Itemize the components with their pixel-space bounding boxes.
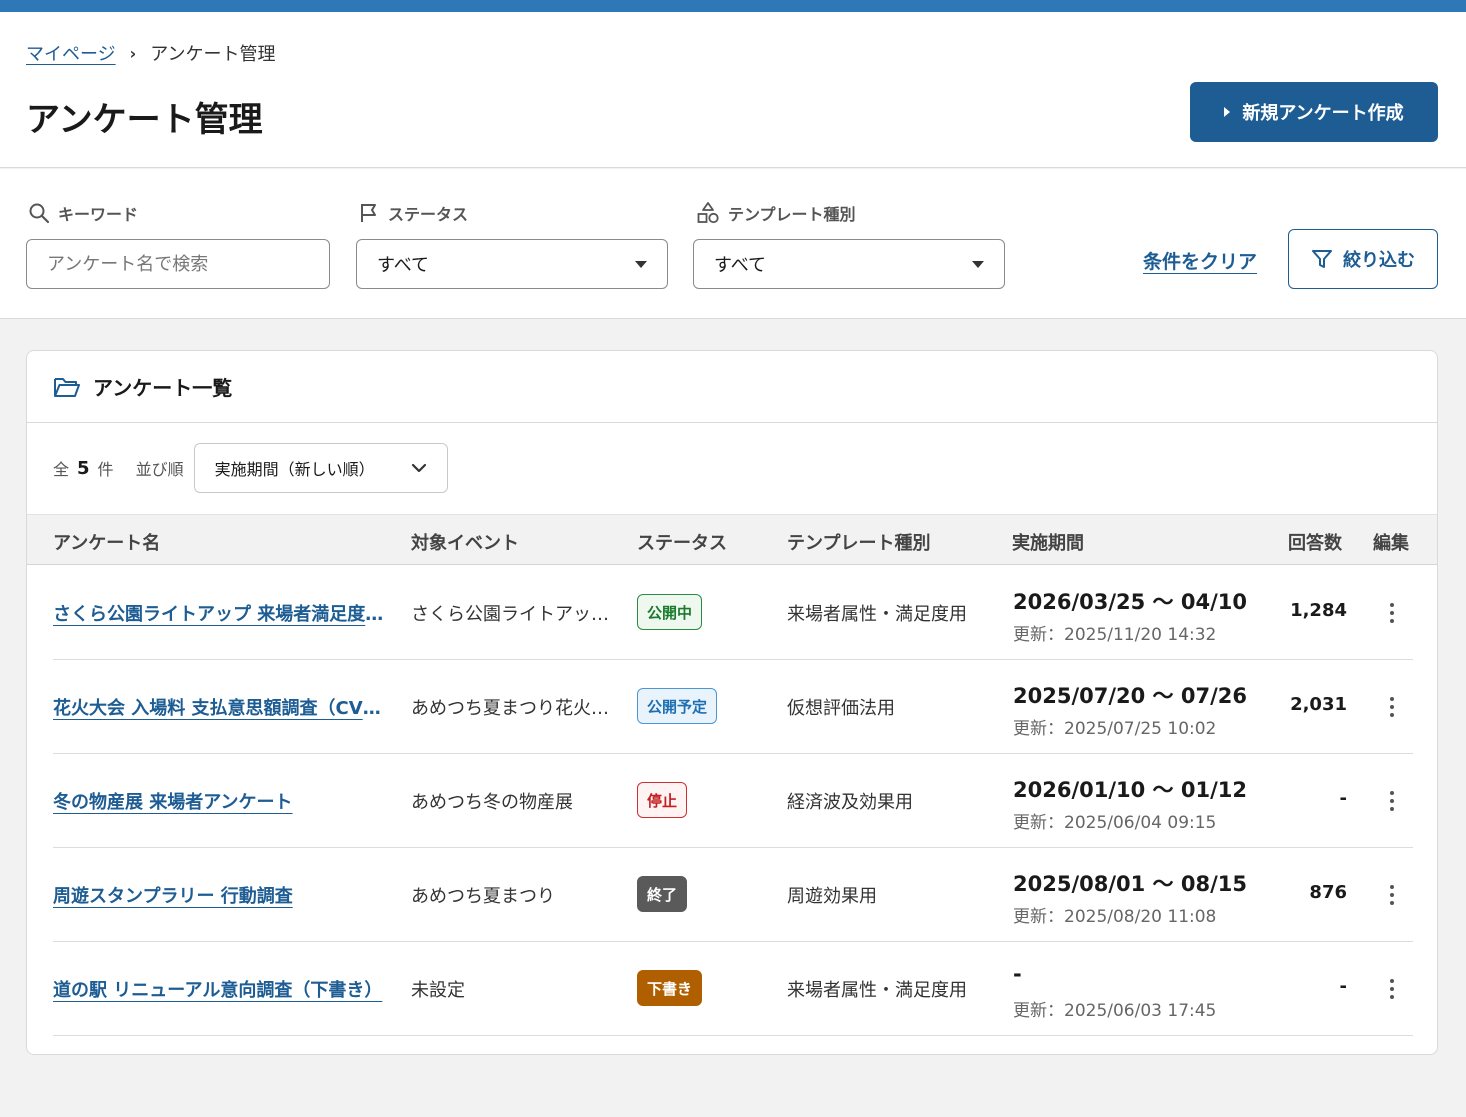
survey-name-link[interactable]: 道の駅 リニューアル意向調査（下書き） bbox=[53, 976, 391, 1002]
breadcrumb: マイページ › アンケート管理 bbox=[26, 40, 276, 66]
status-badge: 終了 bbox=[637, 876, 688, 912]
more-vertical-icon[interactable] bbox=[1381, 878, 1403, 912]
column-header: 対象イベント bbox=[411, 533, 519, 554]
caret-down-icon bbox=[635, 260, 647, 268]
play-icon bbox=[1224, 107, 1231, 117]
column-header: アンケート名 bbox=[53, 533, 161, 554]
folder-open-icon bbox=[54, 377, 80, 397]
search-icon bbox=[29, 203, 50, 224]
response-count: - bbox=[1339, 976, 1347, 997]
result-count: 5 bbox=[77, 457, 90, 479]
count-suffix: 件 bbox=[97, 460, 114, 479]
new-survey-button-label: 新規アンケート作成 bbox=[1242, 103, 1404, 124]
event-name: あめつち夏まつり花火大会 bbox=[411, 698, 611, 719]
apply-filter-button-label: 絞り込む bbox=[1343, 250, 1415, 271]
sort-select[interactable]: 実施期間（新しい順） bbox=[193, 443, 448, 493]
template-type: 仮想評価法用 bbox=[787, 698, 895, 719]
status-badge: 停止 bbox=[637, 782, 688, 818]
template-type: 来場者属性・満足度用 bbox=[787, 604, 967, 625]
survey-name-link[interactable]: さくら公園ライトアップ 来場者満足度調査 bbox=[53, 600, 391, 626]
response-count: 1,284 bbox=[1290, 600, 1347, 621]
clear-filters-link[interactable]: 条件をクリア bbox=[1143, 247, 1257, 274]
list-toolbar: 全 5 件 並び順 実施期間（新しい順） bbox=[53, 443, 448, 493]
survey-list-card: アンケート一覧 全 5 件 並び順 実施期間（新しい順） アンケート名 対象イベ… bbox=[26, 350, 1438, 1055]
event-name: あめつち冬の物産展 bbox=[411, 792, 573, 813]
column-header: 実施期間 bbox=[1012, 533, 1084, 554]
filter-icon bbox=[1312, 250, 1332, 268]
more-vertical-icon[interactable] bbox=[1381, 596, 1403, 630]
status-badge: 公開中 bbox=[637, 594, 703, 630]
event-name: あめつち夏まつり bbox=[411, 886, 555, 907]
page-header: マイページ › アンケート管理 アンケート管理 新規アンケート作成 bbox=[0, 12, 1466, 168]
survey-list-title: アンケート一覧 bbox=[93, 376, 233, 400]
survey-list-header: アンケート一覧 bbox=[27, 351, 1437, 423]
apply-filter-button[interactable]: 絞り込む bbox=[1288, 229, 1438, 289]
template-type: 周遊効果用 bbox=[787, 886, 877, 907]
status-badge: 公開予定 bbox=[637, 688, 718, 724]
column-header: 編集 bbox=[1373, 533, 1409, 554]
status-badge: 下書き bbox=[637, 970, 703, 1006]
response-count: 876 bbox=[1309, 882, 1347, 903]
chevron-down-icon bbox=[411, 463, 426, 473]
survey-period: 2025/08/01 〜 08/15 bbox=[1013, 872, 1247, 896]
more-vertical-icon[interactable] bbox=[1381, 972, 1403, 1006]
event-name: 未設定 bbox=[411, 980, 465, 1001]
response-count: - bbox=[1339, 788, 1347, 809]
more-vertical-icon[interactable] bbox=[1381, 690, 1403, 724]
flag-icon bbox=[361, 204, 376, 222]
caret-down-icon bbox=[972, 260, 984, 268]
breadcrumb-home-link[interactable]: マイページ bbox=[26, 40, 116, 66]
sort-label: 並び順 bbox=[135, 460, 184, 479]
response-count: 2,031 bbox=[1290, 694, 1347, 715]
table-row: 冬の物産展 来場者アンケート あめつち冬の物産展 停止 経済波及効果用 2026… bbox=[53, 754, 1413, 848]
updated-at: 更新：2025/06/03 17:45 bbox=[1013, 1001, 1217, 1021]
chevron-right-icon: › bbox=[129, 43, 137, 63]
updated-at: 更新：2025/07/25 10:02 bbox=[1013, 719, 1217, 739]
page-title: アンケート管理 bbox=[26, 100, 263, 140]
more-vertical-icon[interactable] bbox=[1381, 784, 1403, 818]
survey-period: 2026/01/10 〜 01/12 bbox=[1013, 778, 1247, 802]
updated-at: 更新：2025/11/20 14:32 bbox=[1013, 625, 1217, 645]
top-accent-bar bbox=[0, 0, 1466, 12]
template-type: 来場者属性・満足度用 bbox=[787, 980, 967, 1001]
survey-period: - bbox=[1013, 962, 1022, 986]
table-row: 花火大会 入場料 支払意思額調査（CVM） あめつち夏まつり花火大会 公開予定 … bbox=[53, 660, 1413, 754]
updated-at: 更新：2025/06/04 09:15 bbox=[1013, 813, 1217, 833]
survey-name-link[interactable]: 花火大会 入場料 支払意思額調査（CVM） bbox=[53, 694, 391, 720]
updated-at: 更新：2025/08/20 11:08 bbox=[1013, 907, 1217, 927]
status-label: ステータス bbox=[358, 201, 468, 225]
shapes-icon bbox=[697, 202, 719, 224]
template-type: 経済波及効果用 bbox=[787, 792, 913, 813]
status-select[interactable]: すべて bbox=[356, 239, 668, 289]
table-row: さくら公園ライトアップ 来場者満足度調査 さくら公園ライトアップ2026 公開中… bbox=[53, 566, 1413, 660]
filter-panel: キーワード ステータス すべて テンプレート種別 すべて 条件をクリア 絞り込む bbox=[0, 169, 1466, 319]
breadcrumb-current: アンケート管理 bbox=[150, 44, 276, 65]
template-select[interactable]: すべて bbox=[693, 239, 1005, 289]
status-label-text: ステータス bbox=[388, 205, 469, 224]
template-select-value: すべて bbox=[714, 255, 767, 276]
status-select-value: すべて bbox=[377, 255, 430, 276]
keyword-label: キーワード bbox=[28, 201, 138, 225]
column-header: テンプレート種別 bbox=[787, 533, 931, 554]
survey-period: 2026/03/25 〜 04/10 bbox=[1013, 590, 1247, 614]
new-survey-button[interactable]: 新規アンケート作成 bbox=[1190, 82, 1438, 142]
survey-period: 2025/07/20 〜 07/26 bbox=[1013, 684, 1247, 708]
table-row: 周遊スタンプラリー 行動調査 あめつち夏まつり 終了 周遊効果用 2025/08… bbox=[53, 848, 1413, 942]
keyword-label-text: キーワード bbox=[58, 205, 139, 224]
column-header: 回答数 bbox=[1288, 533, 1342, 554]
sort-select-value: 実施期間（新しい順） bbox=[214, 460, 375, 479]
table-header: アンケート名 対象イベント ステータス テンプレート種別 実施期間 回答数 編集 bbox=[27, 514, 1437, 565]
template-label: テンプレート種別 bbox=[696, 201, 856, 225]
keyword-search-input[interactable] bbox=[26, 239, 330, 289]
survey-name-link[interactable]: 周遊スタンプラリー 行動調査 bbox=[53, 882, 391, 908]
template-label-text: テンプレート種別 bbox=[728, 205, 856, 224]
event-name: さくら公園ライトアップ2026 bbox=[411, 604, 611, 625]
column-header: ステータス bbox=[637, 533, 727, 554]
table-row: 道の駅 リニューアル意向調査（下書き） 未設定 下書き 来場者属性・満足度用 -… bbox=[53, 942, 1413, 1036]
count-prefix: 全 bbox=[53, 460, 70, 479]
survey-name-link[interactable]: 冬の物産展 来場者アンケート bbox=[53, 788, 391, 814]
